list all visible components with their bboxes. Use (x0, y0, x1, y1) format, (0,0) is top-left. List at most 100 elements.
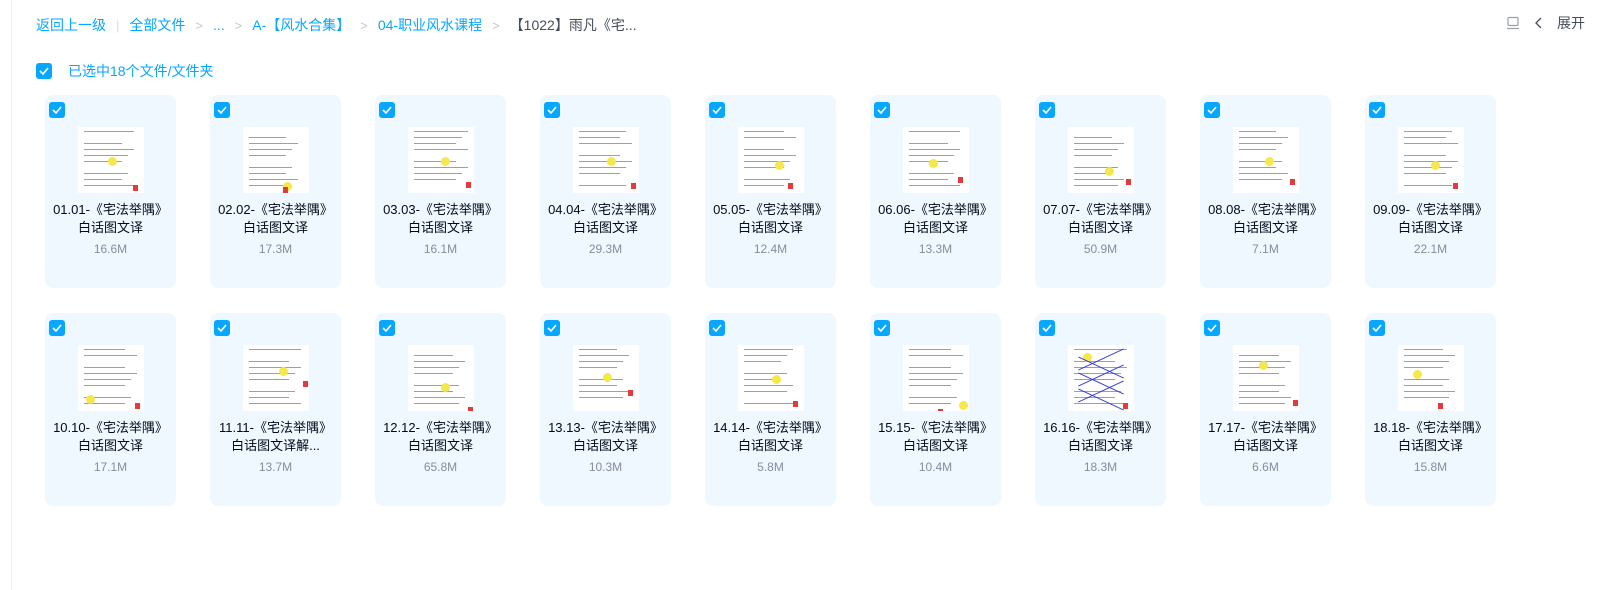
back-link[interactable]: 返回上一级 (36, 15, 106, 35)
red-mark (303, 381, 308, 387)
cursor-highlight (775, 161, 784, 170)
file-card[interactable]: 09.09-《宅法举隅》白话图文译 22.1M (1365, 95, 1496, 288)
file-checkbox[interactable] (544, 320, 560, 336)
red-mark (631, 183, 636, 189)
file-size: 13.3M (918, 242, 953, 256)
file-name: 02.02-《宅法举隅》白话图文译 (218, 202, 333, 235)
file-thumbnail (78, 345, 144, 411)
file-name: 16.16-《宅法举隅》白话图文译 (1043, 420, 1158, 453)
file-thumbnail (903, 345, 969, 411)
cursor-highlight (607, 157, 616, 166)
file-size: 16.1M (423, 242, 458, 256)
file-name: 12.12-《宅法举隅》白话图文译 (383, 420, 498, 453)
file-size: 29.3M (588, 242, 623, 256)
red-mark (788, 183, 793, 189)
cursor-highlight (929, 159, 938, 168)
file-checkbox[interactable] (214, 102, 230, 118)
file-card[interactable]: 08.08-《宅法举隅》白话图文译 7.1M (1200, 95, 1331, 288)
file-card[interactable]: 03.03-《宅法举隅》白话图文译 16.1M (375, 95, 506, 288)
file-card[interactable]: 13.13-《宅法举隅》白话图文译 10.3M (540, 313, 671, 506)
selection-count: 已选中18个文件/文件夹 (68, 63, 214, 79)
cursor-highlight (1105, 167, 1114, 176)
file-size: 6.6M (1252, 460, 1279, 474)
file-checkbox[interactable] (1039, 320, 1055, 336)
cursor-highlight (1431, 161, 1440, 170)
file-thumbnail (738, 345, 804, 411)
file-checkbox[interactable] (379, 320, 395, 336)
file-card[interactable]: 18.18-《宅法举隅》白话图文译 15.8M (1365, 313, 1496, 506)
file-name: 13.13-《宅法举隅》白话图文译 (548, 420, 663, 453)
breadcrumb-current: 【1022】雨凡《宅... (509, 17, 637, 33)
file-name: 01.01-《宅法举隅》白话图文译 (53, 202, 168, 235)
file-card[interactable]: 15.15-《宅法举隅》白话图文译 10.4M (870, 313, 1001, 506)
file-thumbnail (408, 127, 474, 193)
file-thumbnail (1068, 345, 1134, 411)
select-all-checkbox[interactable] (36, 63, 52, 79)
file-card[interactable]: 01.01-《宅法举隅》白话图文译 16.6M (45, 95, 176, 288)
cursor-highlight (1265, 157, 1274, 166)
file-card[interactable]: 10.10-《宅法举隅》白话图文译 17.1M (45, 313, 176, 506)
file-checkbox[interactable] (1369, 320, 1385, 336)
file-card[interactable]: 02.02-《宅法举隅》白话图文译 17.3M (210, 95, 341, 288)
file-thumbnail (1233, 345, 1299, 411)
chevron-right-icon: > (234, 17, 243, 33)
file-card[interactable]: 11.11-《宅法举隅》白话图文译解... 13.7M (210, 313, 341, 506)
file-size: 50.9M (1083, 242, 1118, 256)
file-checkbox[interactable] (379, 102, 395, 118)
chevron-left-icon[interactable] (1531, 15, 1547, 31)
red-mark (135, 403, 140, 409)
breadcrumb-level2[interactable]: 04-职业风水课程 (378, 15, 482, 35)
file-checkbox[interactable] (874, 320, 890, 336)
file-checkbox[interactable] (544, 102, 560, 118)
file-card[interactable]: 17.17-《宅法举隅》白话图文译 6.6M (1200, 313, 1331, 506)
red-mark (468, 407, 473, 411)
breadcrumb-level1[interactable]: A-【风水合集】 (252, 15, 350, 35)
file-checkbox[interactable] (709, 102, 725, 118)
file-name: 08.08-《宅法举隅》白话图文译 (1208, 202, 1323, 235)
breadcrumb: 返回上一级 | 全部文件 > ... > A-【风水合集】 > 04-职业风水课… (36, 15, 637, 35)
file-checkbox[interactable] (1369, 102, 1385, 118)
cursor-highlight (603, 373, 612, 382)
file-card[interactable]: 04.04-《宅法举隅》白话图文译 29.3M (540, 95, 671, 288)
red-mark (283, 187, 288, 193)
file-thumbnail (408, 345, 474, 411)
layout-toggle-icon[interactable] (1505, 15, 1521, 31)
file-card[interactable]: 14.14-《宅法举隅》白话图文译 5.8M (705, 313, 836, 506)
breadcrumb-all-files[interactable]: 全部文件 (129, 15, 185, 35)
file-checkbox[interactable] (1039, 102, 1055, 118)
file-card[interactable]: 16.16-《宅法举隅》白话图文译 18.3M (1035, 313, 1166, 506)
topright-controls: 展开 (1505, 13, 1585, 33)
file-checkbox[interactable] (214, 320, 230, 336)
file-size: 7.1M (1252, 242, 1279, 256)
cursor-highlight (86, 395, 95, 404)
file-name: 03.03-《宅法举隅》白话图文译 (383, 202, 498, 235)
file-size: 5.8M (757, 460, 784, 474)
red-mark (958, 177, 963, 183)
red-mark (1123, 403, 1128, 409)
cursor-highlight (959, 401, 968, 410)
file-checkbox[interactable] (49, 102, 65, 118)
red-mark (466, 182, 471, 188)
file-checkbox[interactable] (49, 320, 65, 336)
file-card[interactable]: 05.05-《宅法举隅》白话图文译 12.4M (705, 95, 836, 288)
file-checkbox[interactable] (1204, 320, 1220, 336)
file-card[interactable]: 12.12-《宅法举隅》白话图文译 65.8M (375, 313, 506, 506)
file-card[interactable]: 07.07-《宅法举隅》白话图文译 50.9M (1035, 95, 1166, 288)
file-size: 17.3M (258, 242, 293, 256)
breadcrumb-ellipsis[interactable]: ... (213, 17, 225, 33)
file-thumbnail (78, 127, 144, 193)
expand-button[interactable]: 展开 (1557, 13, 1585, 33)
chevron-right-icon: > (360, 17, 368, 33)
chevron-right-icon: > (492, 17, 500, 33)
file-thumbnail (243, 127, 309, 193)
file-grid: 01.01-《宅法举隅》白话图文译 16.6M 02.02-《宅法举隅》白话图文译 1… (45, 95, 1496, 506)
file-name: 07.07-《宅法举隅》白话图文译 (1043, 202, 1158, 235)
file-checkbox[interactable] (709, 320, 725, 336)
file-name: 14.14-《宅法举隅》白话图文译 (713, 420, 828, 453)
file-name: 10.10-《宅法举隅》白话图文译 (53, 420, 168, 453)
red-mark (793, 401, 798, 407)
file-checkbox[interactable] (874, 102, 890, 118)
cursor-highlight (1259, 361, 1268, 370)
file-card[interactable]: 06.06-《宅法举隅》白话图文译 13.3M (870, 95, 1001, 288)
file-checkbox[interactable] (1204, 102, 1220, 118)
